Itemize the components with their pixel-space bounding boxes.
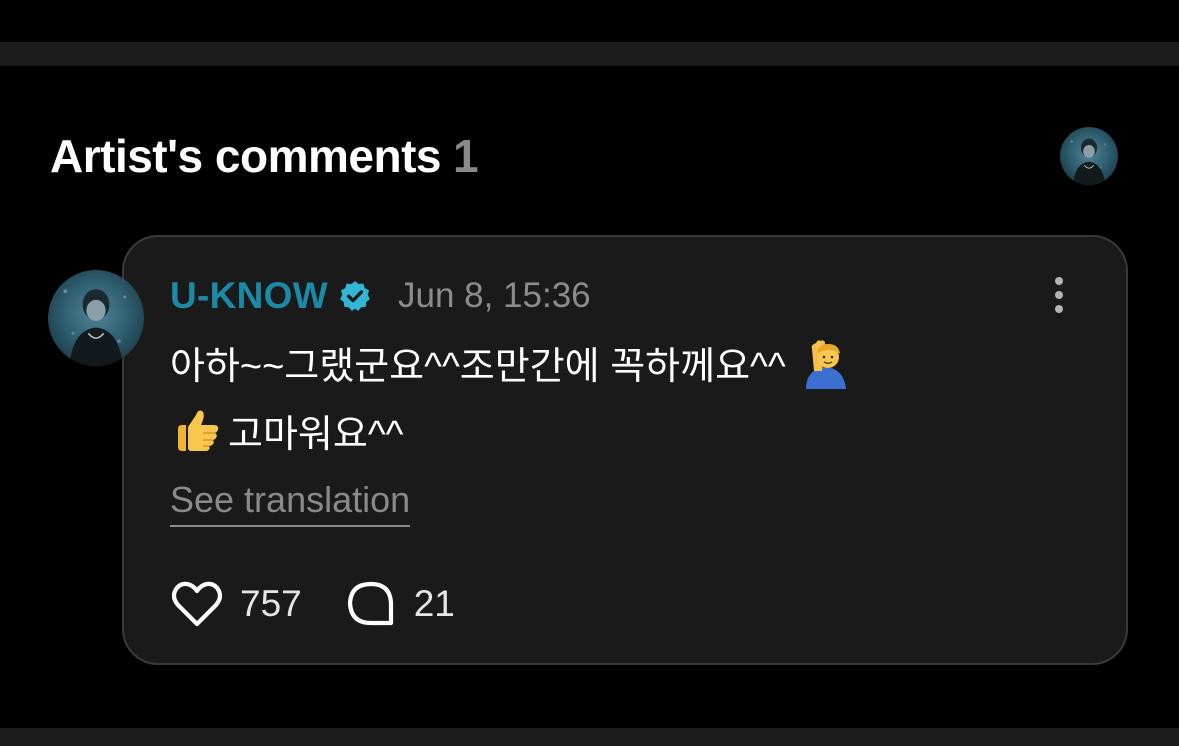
author-avatar[interactable] bbox=[48, 270, 144, 366]
section-header: Artist's comments 1 bbox=[50, 128, 479, 184]
comment-header: U-KNOW Jun 8, 15:36 bbox=[170, 274, 591, 318]
see-translation-link[interactable]: See translation bbox=[170, 478, 411, 527]
like-button[interactable]: 757 bbox=[170, 579, 302, 629]
comment-text: 아하~~그랬군요^^조만간에 꼭하께요^^ bbox=[170, 345, 786, 388]
verified-badge-icon bbox=[340, 281, 370, 312]
comment-bubble-icon bbox=[347, 581, 393, 626]
author-name[interactable]: U-KNOW bbox=[170, 275, 328, 317]
like-count: 757 bbox=[240, 583, 302, 624]
section-title: Artist's comments bbox=[50, 130, 442, 182]
artist-comments-page: Artist's comments 1 U-KNOW Jun 8, 15:36 … bbox=[0, 0, 1179, 746]
top-divider-bar bbox=[0, 42, 1179, 66]
thumbs-up-emoji bbox=[178, 410, 219, 451]
reply-count: 21 bbox=[413, 583, 455, 624]
person-raising-hand-emoji bbox=[805, 340, 846, 389]
avatar-image bbox=[63, 289, 127, 366]
comment-text-line-1: 아하~~그랬군요^^조만간에 꼭하께요^^ bbox=[170, 336, 854, 389]
heart-icon bbox=[171, 581, 223, 627]
current-user-avatar[interactable] bbox=[1060, 127, 1118, 185]
comment-stats: 757 21 bbox=[170, 578, 455, 630]
section-count: 1 bbox=[453, 130, 479, 182]
reply-button[interactable]: 21 bbox=[344, 579, 455, 629]
more-options-icon[interactable] bbox=[1040, 272, 1078, 320]
bottom-divider-bar bbox=[0, 728, 1179, 746]
comment-text-line-2: 고마워요^^ bbox=[170, 404, 404, 456]
comment-text: 고마워요^^ bbox=[228, 413, 404, 456]
comment-timestamp: Jun 8, 15:36 bbox=[397, 276, 591, 315]
avatar-image bbox=[1070, 138, 1107, 185]
